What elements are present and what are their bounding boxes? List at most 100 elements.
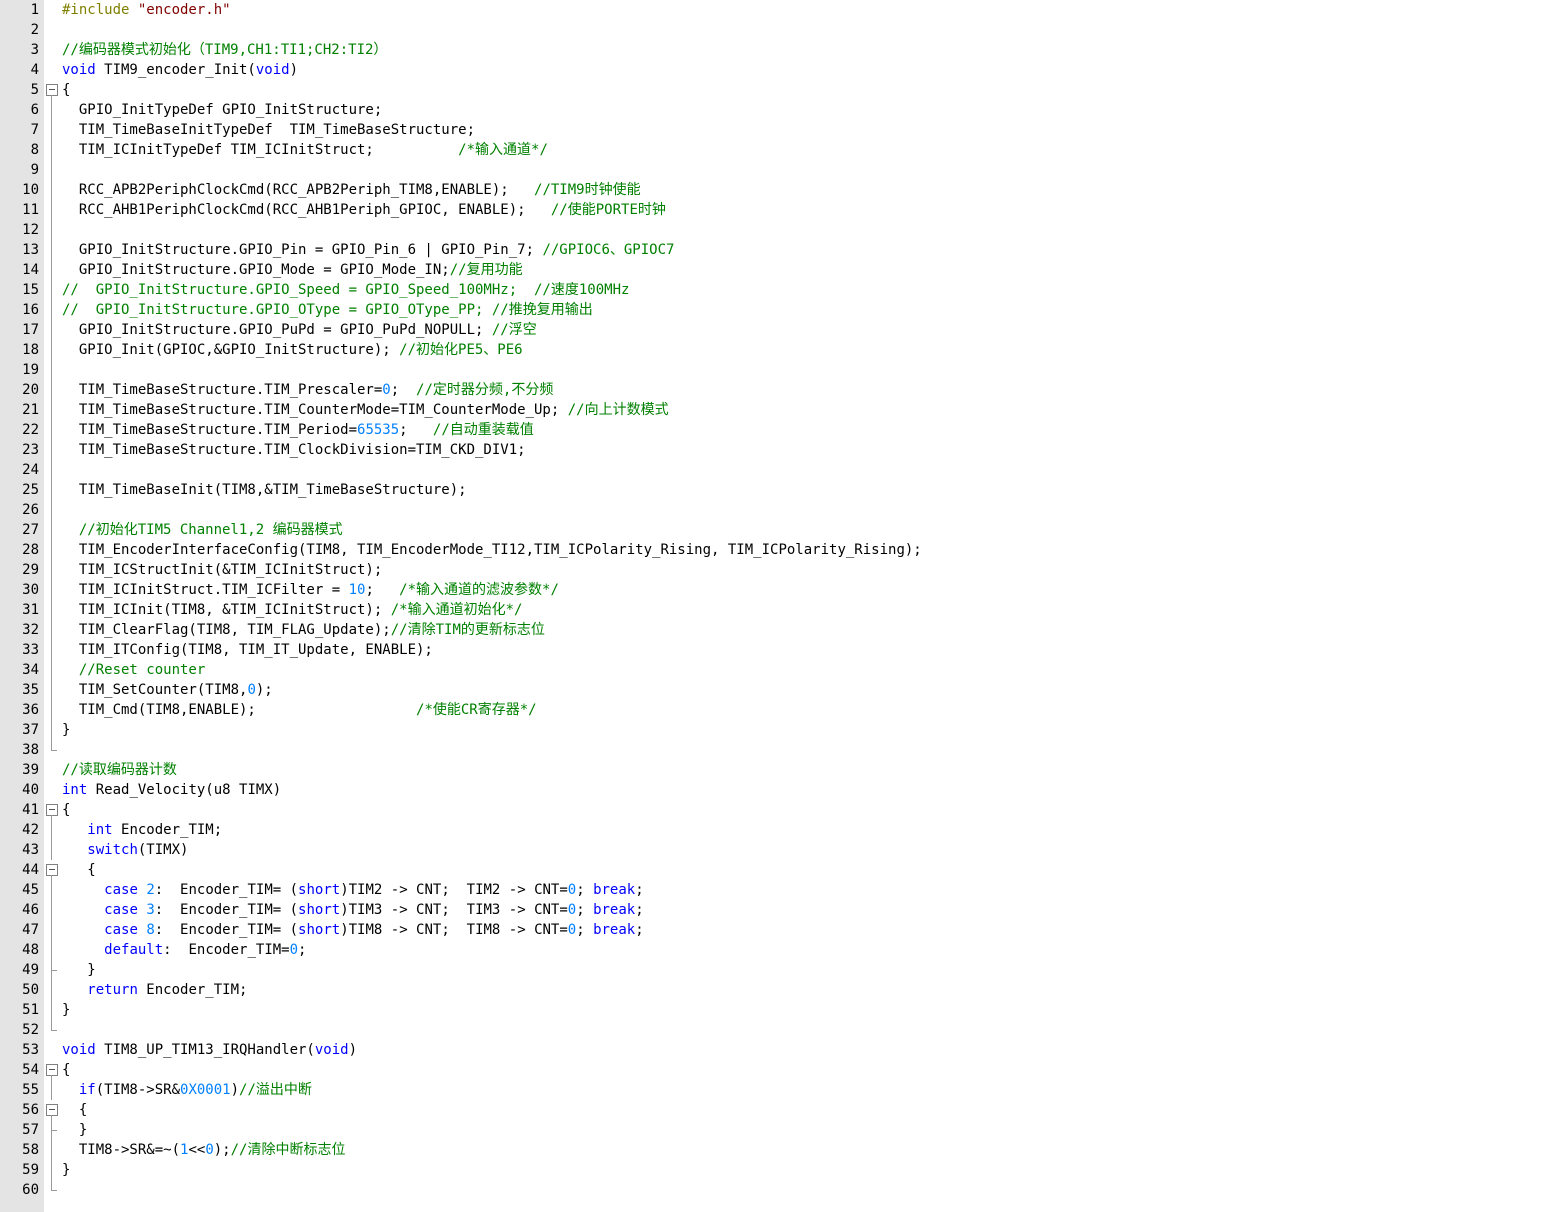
code-line[interactable]: 56 { <box>0 1100 1566 1120</box>
code-line[interactable]: 60 <box>0 1180 1566 1200</box>
code-text[interactable]: int Encoder_TIM; <box>62 820 222 840</box>
code-line[interactable]: 25 TIM_TimeBaseInit(TIM8,&TIM_TimeBaseSt… <box>0 480 1566 500</box>
code-line[interactable]: 28 TIM_EncoderInterfaceConfig(TIM8, TIM_… <box>0 540 1566 560</box>
code-editor[interactable]: 1 #include "encoder.h" 2 3//编码器模式初始化（TIM9,C… <box>0 0 1566 1212</box>
code-text[interactable]: } <box>62 720 70 740</box>
code-line[interactable]: 40 int Read_Velocity(u8 TIMX) <box>0 780 1566 800</box>
code-line[interactable]: 42 int Encoder_TIM; <box>0 820 1566 840</box>
code-line[interactable]: 23 TIM_TimeBaseStructure.TIM_ClockDivisi… <box>0 440 1566 460</box>
code-line[interactable]: 7 TIM_TimeBaseInitTypeDef TIM_TimeBaseSt… <box>0 120 1566 140</box>
code-text[interactable]: //初始化TIM5 Channel1,2 编码器模式 <box>62 520 343 540</box>
code-text[interactable]: int Read_Velocity(u8 TIMX) <box>62 780 281 800</box>
code-line[interactable]: 43 switch(TIMX) <box>0 840 1566 860</box>
code-line[interactable]: 12 <box>0 220 1566 240</box>
code-text[interactable]: GPIO_Init(GPIOC,&GPIO_InitStructure); //… <box>62 340 523 360</box>
code-text[interactable]: //编码器模式初始化（TIM9,CH1:TI1;CH2:TI2） <box>62 40 387 60</box>
code-text[interactable]: // GPIO_InitStructure.GPIO_Speed = GPIO_… <box>62 280 629 300</box>
code-line[interactable]: 29 TIM_ICStructInit(&TIM_ICInitStruct); <box>0 560 1566 580</box>
code-line[interactable]: 33 TIM_ITConfig(TIM8, TIM_IT_Update, ENA… <box>0 640 1566 660</box>
fold-toggle-icon[interactable] <box>44 800 60 820</box>
fold-toggle-icon[interactable] <box>44 1100 60 1120</box>
code-line[interactable]: 58 TIM8->SR&=~(1<<0);//清除中断标志位 <box>0 1140 1566 1160</box>
code-text[interactable]: RCC_APB2PeriphClockCmd(RCC_APB2Periph_TI… <box>62 180 641 200</box>
code-text[interactable]: TIM8->SR&=~(1<<0);//清除中断标志位 <box>62 1140 346 1160</box>
code-text[interactable]: { <box>62 80 70 100</box>
code-text[interactable]: // GPIO_InitStructure.GPIO_OType = GPIO_… <box>62 300 593 320</box>
code-text[interactable]: TIM_ICInit(TIM8, &TIM_ICInitStruct); /*输… <box>62 600 523 620</box>
code-text[interactable]: TIM_ICInitStruct.TIM_ICFilter = 10; /*输入… <box>62 580 559 600</box>
minus-box-icon[interactable] <box>46 864 58 876</box>
code-line[interactable]: 50 return Encoder_TIM; <box>0 980 1566 1000</box>
code-text[interactable]: TIM_TimeBaseInitTypeDef TIM_TimeBaseStru… <box>62 120 475 140</box>
code-text[interactable]: TIM_TimeBaseStructure.TIM_Prescaler=0; /… <box>62 380 553 400</box>
code-text[interactable]: } <box>62 1120 87 1140</box>
code-text[interactable]: GPIO_InitTypeDef GPIO_InitStructure; <box>62 100 382 120</box>
code-line[interactable]: 54 { <box>0 1060 1566 1080</box>
code-text[interactable]: if(TIM8->SR&0X0001)//溢出中断 <box>62 1080 312 1100</box>
code-line[interactable]: 2 <box>0 20 1566 40</box>
code-text[interactable]: TIM_ClearFlag(TIM8, TIM_FLAG_Update);//清… <box>62 620 545 640</box>
code-line[interactable]: 37} <box>0 720 1566 740</box>
code-text[interactable]: TIM_TimeBaseStructure.TIM_CounterMode=TI… <box>62 400 669 420</box>
code-line[interactable]: 14 GPIO_InitStructure.GPIO_Mode = GPIO_M… <box>0 260 1566 280</box>
code-text[interactable]: //Reset counter <box>62 660 205 680</box>
code-text[interactable]: void TIM9_encoder_Init(void) <box>62 60 298 80</box>
code-line[interactable]: 22 TIM_TimeBaseStructure.TIM_Period=6553… <box>0 420 1566 440</box>
code-line[interactable]: 1 #include "encoder.h" <box>0 0 1566 20</box>
code-text[interactable]: { <box>62 800 70 820</box>
code-text[interactable]: void TIM8_UP_TIM13_IRQHandler(void) <box>62 1040 357 1060</box>
code-line[interactable]: 19 <box>0 360 1566 380</box>
code-text[interactable]: TIM_TimeBaseStructure.TIM_Period=65535; … <box>62 420 534 440</box>
code-text[interactable]: case 2: Encoder_TIM= (short)TIM2 -> CNT;… <box>62 880 644 900</box>
code-line[interactable]: 20 TIM_TimeBaseStructure.TIM_Prescaler=0… <box>0 380 1566 400</box>
code-line[interactable]: 13 GPIO_InitStructure.GPIO_Pin = GPIO_Pi… <box>0 240 1566 260</box>
minus-box-icon[interactable] <box>46 84 58 96</box>
code-line[interactable]: 53 void TIM8_UP_TIM13_IRQHandler(void) <box>0 1040 1566 1060</box>
code-line[interactable]: 18 GPIO_Init(GPIOC,&GPIO_InitStructure);… <box>0 340 1566 360</box>
code-text[interactable]: TIM_SetCounter(TIM8,0); <box>62 680 273 700</box>
code-line[interactable]: 36 TIM_Cmd(TIM8,ENABLE); /*使能CR寄存器*/ <box>0 700 1566 720</box>
code-text[interactable]: return Encoder_TIM; <box>62 980 247 1000</box>
minus-box-icon[interactable] <box>46 1104 58 1116</box>
code-line[interactable]: 21 TIM_TimeBaseStructure.TIM_CounterMode… <box>0 400 1566 420</box>
code-text[interactable]: GPIO_InitStructure.GPIO_Pin = GPIO_Pin_6… <box>62 240 675 260</box>
code-text[interactable]: default: Encoder_TIM=0; <box>62 940 306 960</box>
code-text[interactable]: TIM_Cmd(TIM8,ENABLE); /*使能CR寄存器*/ <box>62 700 537 720</box>
minus-box-icon[interactable] <box>46 1064 58 1076</box>
code-text[interactable]: TIM_ITConfig(TIM8, TIM_IT_Update, ENABLE… <box>62 640 433 660</box>
code-text[interactable]: TIM_TimeBaseStructure.TIM_ClockDivision=… <box>62 440 526 460</box>
fold-toggle-icon[interactable] <box>44 1060 60 1080</box>
code-line[interactable]: 5{ <box>0 80 1566 100</box>
code-text[interactable]: GPIO_InitStructure.GPIO_PuPd = GPIO_PuPd… <box>62 320 537 340</box>
code-line[interactable]: 47 case 8: Encoder_TIM= (short)TIM8 -> C… <box>0 920 1566 940</box>
code-text[interactable]: { <box>62 860 95 880</box>
fold-toggle-icon[interactable] <box>44 80 60 100</box>
code-text[interactable]: case 8: Encoder_TIM= (short)TIM8 -> CNT;… <box>62 920 644 940</box>
code-line[interactable]: 49 } <box>0 960 1566 980</box>
minus-box-icon[interactable] <box>46 804 58 816</box>
code-line[interactable]: 8 TIM_ICInitTypeDef TIM_ICInitStruct; /*… <box>0 140 1566 160</box>
code-line[interactable]: 10 RCC_APB2PeriphClockCmd(RCC_APB2Periph… <box>0 180 1566 200</box>
code-text[interactable]: GPIO_InitStructure.GPIO_Mode = GPIO_Mode… <box>62 260 523 280</box>
code-text[interactable]: TIM_ICStructInit(&TIM_ICInitStruct); <box>62 560 382 580</box>
code-text[interactable]: { <box>62 1060 70 1080</box>
code-line[interactable]: 26 <box>0 500 1566 520</box>
code-lines[interactable]: 1 #include "encoder.h" 2 3//编码器模式初始化（TIM9,C… <box>0 0 1566 1200</box>
code-line[interactable]: 17 GPIO_InitStructure.GPIO_PuPd = GPIO_P… <box>0 320 1566 340</box>
fold-toggle-icon[interactable] <box>44 860 60 880</box>
code-line[interactable]: 30 TIM_ICInitStruct.TIM_ICFilter = 10; /… <box>0 580 1566 600</box>
code-text[interactable]: TIM_ICInitTypeDef TIM_ICInitStruct; /*输入… <box>62 140 548 160</box>
code-text[interactable]: } <box>62 960 95 980</box>
code-text[interactable]: } <box>62 1160 70 1180</box>
code-text[interactable]: #include "encoder.h" <box>62 0 231 20</box>
code-text[interactable]: TIM_EncoderInterfaceConfig(TIM8, TIM_Enc… <box>62 540 922 560</box>
code-line[interactable]: 57 } <box>0 1120 1566 1140</box>
code-line[interactable]: 6 GPIO_InitTypeDef GPIO_InitStructure; <box>0 100 1566 120</box>
code-text[interactable]: switch(TIMX) <box>62 840 188 860</box>
code-text[interactable]: case 3: Encoder_TIM= (short)TIM3 -> CNT;… <box>62 900 644 920</box>
code-line[interactable]: 45 case 2: Encoder_TIM= (short)TIM2 -> C… <box>0 880 1566 900</box>
code-text[interactable]: } <box>62 1000 70 1020</box>
code-line[interactable]: 35 TIM_SetCounter(TIM8,0); <box>0 680 1566 700</box>
code-line[interactable]: 59} <box>0 1160 1566 1180</box>
code-line[interactable]: 11 RCC_AHB1PeriphClockCmd(RCC_AHB1Periph… <box>0 200 1566 220</box>
